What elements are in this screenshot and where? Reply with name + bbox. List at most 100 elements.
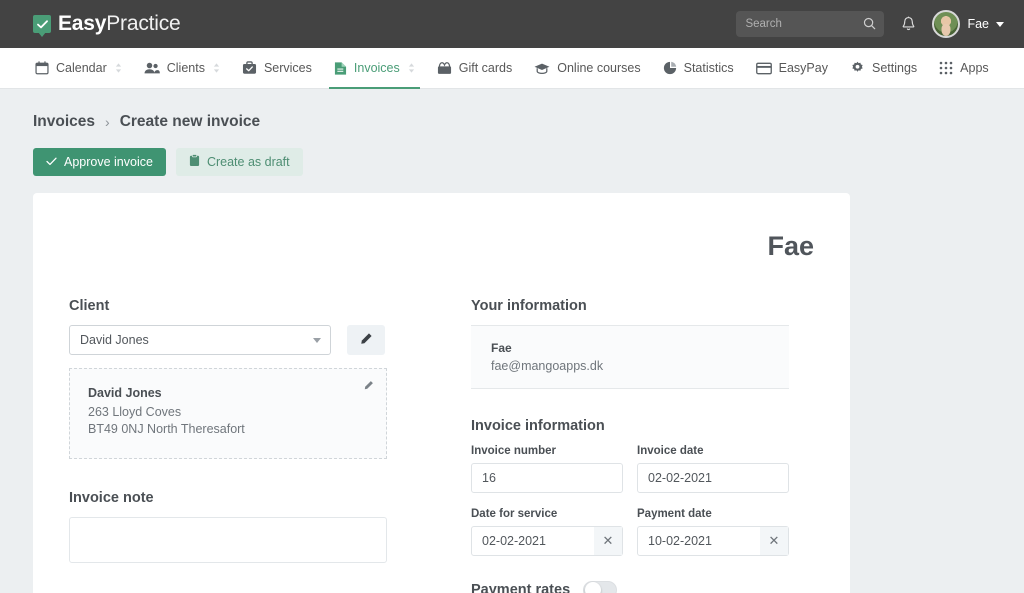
nav-label-statistics: Statistics [683, 61, 734, 75]
nav-item-apps[interactable]: Apps [928, 48, 1000, 88]
breadcrumb-current: Create new invoice [119, 113, 261, 130]
invoice-note-input[interactable] [69, 517, 387, 563]
breadcrumb-parent[interactable]: Invoices [33, 113, 95, 131]
date-for-service-label: Date for service [471, 508, 558, 520]
payment-rates-toggle[interactable] [583, 581, 618, 593]
invoice-left-column: Client David Jones David Jones 263 Lloyd… [69, 298, 387, 593]
search-input[interactable] [745, 18, 861, 30]
client-address-line2: BT49 0NJ North Theresafort [88, 422, 245, 436]
search-box[interactable] [736, 11, 885, 37]
pie-chart-icon [663, 61, 677, 75]
header-right-group: Fae [736, 10, 1008, 38]
edit-client-button[interactable] [347, 325, 385, 355]
invoice-information-title: Invoice information [471, 418, 605, 434]
invoice-date-field: Invoice date 02-02-2021 [637, 445, 789, 493]
toggle-knob [585, 582, 602, 593]
nav-label-invoices: Invoices [353, 61, 400, 75]
your-information-name: Fae [491, 341, 512, 355]
payment-rates-row: Payment rates [471, 581, 789, 593]
nav-label-calendar: Calendar [56, 61, 107, 75]
date-for-service-value: 02-02-2021 [482, 534, 546, 548]
chevron-down-icon [996, 21, 1004, 27]
payment-date-input[interactable]: 10-02-2021 ✕ [637, 526, 789, 556]
breadcrumb-separator-icon: › [105, 114, 110, 130]
nav-item-gift-cards[interactable]: Gift cards [426, 48, 524, 88]
nav-label-apps: Apps [960, 61, 989, 75]
chevron-updown-icon[interactable] [115, 63, 122, 73]
main-navigation: Calendar Clients Services Invoices Gift … [0, 48, 1024, 89]
close-icon[interactable]: ✕ [594, 527, 622, 555]
close-icon[interactable]: ✕ [760, 527, 788, 555]
nav-item-statistics[interactable]: Statistics [652, 48, 745, 88]
approve-invoice-label: Approve invoice [64, 155, 153, 169]
payment-date-field: Payment date 10-02-2021 ✕ [637, 508, 789, 556]
client-select-row: David Jones [69, 325, 387, 355]
invoice-number-input[interactable]: 16 [471, 463, 623, 493]
invoice-right-column: Your information Fae fae@mangoapps.dk In… [471, 298, 789, 593]
graduation-cap-icon [534, 62, 550, 75]
logo-text-bold: Easy [58, 12, 107, 35]
client-address-card: David Jones 263 Lloyd Coves BT49 0NJ Nor… [69, 368, 387, 459]
breadcrumb: Invoices › Create new invoice [33, 89, 991, 131]
chevron-down-icon [313, 337, 321, 343]
check-icon [46, 155, 57, 169]
action-buttons: Approve invoice Create as draft [33, 148, 991, 176]
nav-item-calendar[interactable]: Calendar [24, 48, 133, 88]
chevron-updown-icon[interactable] [213, 63, 220, 73]
invoice-date-label: Invoice date [637, 445, 704, 457]
your-information-email: fae@mangoapps.dk [491, 359, 604, 373]
avatar [932, 10, 961, 38]
calendar-icon [35, 61, 49, 75]
nav-item-online-courses[interactable]: Online courses [523, 48, 651, 88]
client-section-title: Client [69, 298, 110, 314]
people-icon [144, 61, 160, 75]
bell-icon[interactable] [898, 13, 918, 35]
payment-date-value: 10-02-2021 [648, 534, 712, 548]
payment-date-label: Payment date [637, 508, 712, 520]
invoice-note-title: Invoice note [69, 490, 154, 506]
create-as-draft-button[interactable]: Create as draft [175, 148, 303, 176]
payment-rates-label: Payment rates [471, 582, 571, 593]
client-select[interactable]: David Jones [69, 325, 331, 355]
nav-label-online-courses: Online courses [557, 61, 641, 75]
nav-label-services: Services [263, 61, 312, 75]
edit-address-pencil-icon[interactable] [363, 378, 374, 396]
clipboard-icon [189, 154, 200, 170]
client-address-line1: 263 Lloyd Coves [88, 405, 182, 419]
invoice-date-input[interactable]: 02-02-2021 [637, 463, 789, 493]
nav-item-invoices[interactable]: Invoices [323, 48, 426, 89]
check-badge-icon [33, 15, 51, 37]
top-header-bar: EasyPractice Fae [0, 0, 1024, 48]
nav-label-easypay: EasyPay [778, 61, 828, 75]
nav-item-easypay[interactable]: EasyPay [745, 48, 839, 88]
nav-item-clients[interactable]: Clients [133, 48, 231, 88]
your-information-box: Fae fae@mangoapps.dk [471, 325, 789, 389]
search-icon [863, 17, 876, 35]
page-content: Invoices › Create new invoice Approve in… [0, 89, 1024, 593]
invoice-number-value: 16 [482, 471, 496, 485]
grid-apps-icon [939, 61, 953, 75]
invoice-card: Fae Client David Jones David Jones 263 L… [33, 193, 850, 593]
nav-label-settings: Settings [871, 61, 918, 75]
pencil-icon [359, 332, 373, 349]
user-menu[interactable]: Fae [932, 10, 1004, 38]
document-icon [334, 61, 347, 76]
nav-item-settings[interactable]: Settings [839, 48, 928, 88]
nav-item-services[interactable]: Services [231, 48, 323, 88]
your-information-title: Your information [471, 298, 587, 314]
invoice-fields-row-1: Invoice number 16 Invoice date 02-02-202… [471, 445, 789, 493]
app-logo[interactable]: EasyPractice [33, 12, 181, 37]
credit-card-icon [755, 62, 772, 75]
invoice-doc-title: Fae [767, 231, 814, 261]
date-for-service-input[interactable]: 02-02-2021 ✕ [471, 526, 623, 556]
client-address-name: David Jones [88, 386, 162, 400]
invoice-fields-row-2: Date for service 02-02-2021 ✕ Payment da… [471, 508, 789, 556]
nav-label-gift-cards: Gift cards [458, 61, 513, 75]
invoice-number-label: Invoice number [471, 445, 556, 457]
briefcase-check-icon [242, 61, 257, 75]
gear-icon [850, 61, 865, 76]
approve-invoice-button[interactable]: Approve invoice [33, 148, 166, 176]
date-for-service-field: Date for service 02-02-2021 ✕ [471, 508, 623, 556]
nav-label-clients: Clients [166, 61, 205, 75]
chevron-updown-icon[interactable] [408, 63, 415, 73]
